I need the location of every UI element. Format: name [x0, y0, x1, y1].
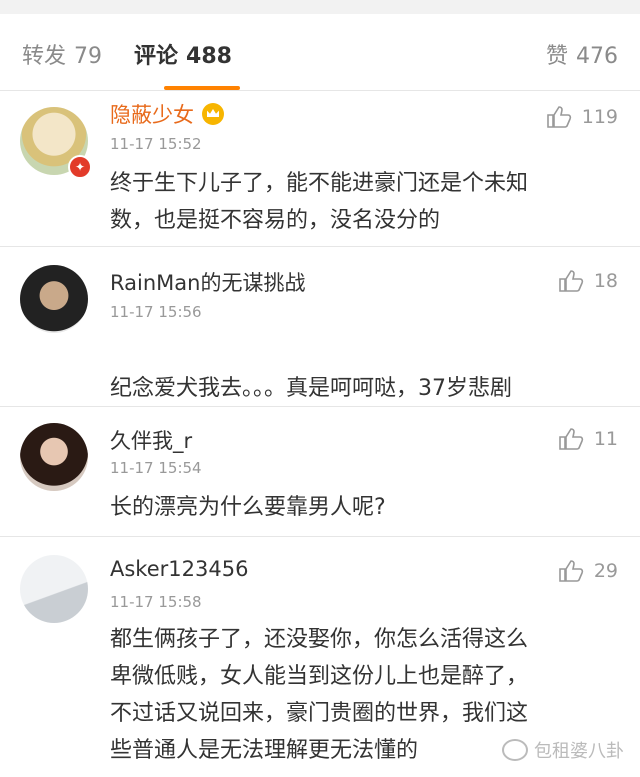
commenter-name[interactable]: 久伴我_r: [110, 425, 192, 455]
tab-reposts-label: 转发: [22, 44, 67, 69]
comment-time: 11-17 15:58: [110, 593, 202, 611]
verified-badge-icon: ✦: [68, 155, 92, 179]
tab-reposts-count: 79: [74, 44, 103, 69]
commenter-name-text: 隐蔽少女: [110, 103, 194, 127]
avatar[interactable]: [20, 265, 88, 333]
comment-item: 久伴我_r 11-17 15:54 长的漂亮为什么要靠男人呢? 11: [0, 407, 640, 537]
comment-item: Asker123456 11-17 15:58 都生俩孩子了，还没娶你，你怎么活…: [0, 537, 640, 777]
tab-bar: 转发 79 评论 488 赞 476: [0, 14, 640, 91]
thumbs-up-icon: [559, 270, 584, 292]
comment-text: 长的漂亮为什么要靠男人呢?: [110, 495, 386, 520]
like-count: 29: [593, 560, 618, 582]
comment-time: 11-17 15:54: [110, 459, 202, 477]
tab-comments-count: 488: [186, 44, 232, 69]
comment-time: 11-17 15:56: [110, 303, 202, 321]
like-count: 18: [593, 270, 618, 292]
avatar[interactable]: [20, 423, 88, 491]
top-spacer: [0, 0, 640, 14]
commenter-name[interactable]: 隐蔽少女: [110, 99, 224, 129]
tab-comments-label: 评论: [134, 44, 179, 69]
like-button[interactable]: 18: [558, 269, 618, 293]
wechat-icon: [502, 739, 528, 761]
thumbs-up-icon: [546, 106, 571, 128]
commenter-name[interactable]: Asker123456: [110, 557, 248, 581]
thumbs-up-icon: [559, 428, 584, 450]
like-button[interactable]: 11: [558, 427, 618, 451]
thumbs-up-icon: [559, 560, 584, 582]
comment-item: RainMan的无谋挑战 11-17 15:56 纪念爱犬我去。。。真是呵呵哒，…: [0, 247, 640, 475]
like-button[interactable]: 29: [558, 559, 618, 583]
avatar[interactable]: [20, 555, 88, 623]
comment-text: 终于生下儿子了，能不能进豪门还是个未知 数，也是挺不容易的，没名没分的: [110, 171, 529, 233]
tab-likes-count: 476: [576, 44, 618, 69]
comment-item: ✦ 隐蔽少女 11-17 15:52 终于生下儿子了，能不能进豪门还是个未知 数…: [0, 91, 640, 247]
like-button[interactable]: 119: [546, 105, 618, 129]
crown-icon: [202, 103, 224, 125]
tab-likes[interactable]: 赞 476: [546, 38, 618, 70]
tab-reposts[interactable]: 转发 79: [22, 38, 102, 70]
tab-likes-label: 赞: [545, 44, 568, 69]
comment-time: 11-17 15:52: [110, 135, 202, 153]
tab-comments[interactable]: 评论 488: [134, 38, 232, 70]
commenter-name[interactable]: RainMan的无谋挑战: [110, 267, 305, 297]
watermark: 包租婆八卦: [502, 737, 624, 763]
like-count: 11: [593, 428, 618, 450]
active-tab-indicator: [164, 86, 240, 90]
like-count: 119: [581, 106, 618, 128]
watermark-text: 包租婆八卦: [534, 741, 624, 762]
